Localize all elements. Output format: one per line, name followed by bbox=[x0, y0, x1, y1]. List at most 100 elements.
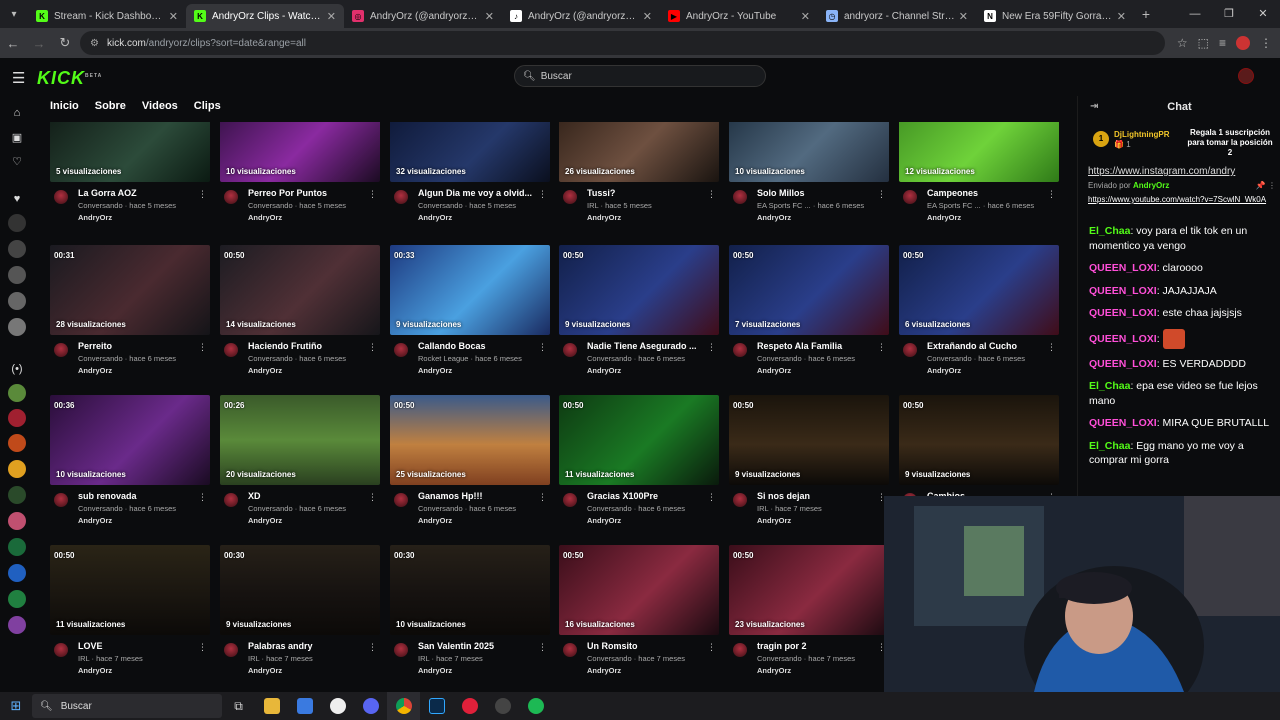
clip-card[interactable]: 00:50 6 visualizaciones Extrañando al Cuch… bbox=[899, 245, 1059, 385]
clip-thumbnail[interactable]: 00:50 11 visualizaciones bbox=[50, 545, 210, 635]
browser-tab[interactable]: ▶ AndryOrz - YouTube ✕ bbox=[660, 4, 818, 28]
clip-thumbnail[interactable]: 00:50 16 visualizaciones bbox=[559, 545, 719, 635]
close-tab-icon[interactable]: ✕ bbox=[959, 10, 968, 23]
search-input[interactable]: 🔍︎ Buscar bbox=[514, 65, 766, 87]
tab-search-icon[interactable]: ▾ bbox=[0, 0, 28, 28]
clip-category[interactable]: Conversando bbox=[587, 354, 632, 363]
menu-icon[interactable]: ☰ bbox=[12, 69, 25, 87]
clip-category[interactable]: Conversando bbox=[248, 354, 293, 363]
clip-card[interactable]: 26 visualizaciones Tussi? IRL · hace 5 mes… bbox=[559, 122, 719, 232]
more-options-icon[interactable]: ⋮ bbox=[1047, 189, 1056, 200]
clip-title[interactable]: Perreito bbox=[78, 341, 196, 351]
tab-inicio[interactable]: Inicio bbox=[50, 100, 79, 112]
clip-title[interactable]: Extrañando al Cucho bbox=[927, 341, 1045, 351]
spotify-icon[interactable] bbox=[519, 692, 552, 720]
browser-tab[interactable]: ♪ AndryOrz (@andryorz7) | TikTok ✕ bbox=[502, 4, 660, 28]
discord-icon[interactable] bbox=[354, 692, 387, 720]
clip-title[interactable]: XD bbox=[248, 491, 366, 501]
clip-card[interactable]: 12 visualizaciones Campeones EA Sports FC … bbox=[899, 122, 1059, 232]
recommended-channel-avatar[interactable] bbox=[8, 434, 26, 452]
clip-thumbnail[interactable]: 10 visualizaciones bbox=[729, 122, 889, 182]
clip-thumbnail[interactable]: 00:50 7 visualizaciones bbox=[729, 245, 889, 335]
clip-thumbnail[interactable]: 00:50 25 visualizaciones bbox=[390, 395, 550, 485]
clip-category[interactable]: Conversando bbox=[418, 504, 463, 513]
clip-title[interactable]: Gracias X100Pre bbox=[587, 491, 705, 501]
recommended-channel-avatar[interactable] bbox=[8, 590, 26, 608]
app-icon[interactable] bbox=[321, 692, 354, 720]
channel-avatar[interactable] bbox=[224, 493, 238, 507]
channel-avatar[interactable] bbox=[394, 343, 408, 357]
more-options-icon[interactable]: ⋮ bbox=[1047, 342, 1056, 353]
clip-author[interactable]: AndryOrz bbox=[587, 516, 621, 525]
clip-thumbnail[interactable]: 00:50 9 visualizaciones bbox=[559, 245, 719, 335]
followed-channel-avatar[interactable] bbox=[8, 240, 26, 258]
clip-category[interactable]: EA Sports FC ... bbox=[927, 201, 981, 210]
bookmark-star-icon[interactable]: ☆ bbox=[1177, 36, 1188, 50]
recommended-channel-avatar[interactable] bbox=[8, 460, 26, 478]
clip-thumbnail[interactable]: 00:33 9 visualizaciones bbox=[390, 245, 550, 335]
more-options-icon[interactable]: ⋮ bbox=[707, 189, 716, 200]
url-bar[interactable]: ⚙ kick.com/andryorz/clips?sort=date&rang… bbox=[80, 31, 1165, 55]
clip-author[interactable]: AndryOrz bbox=[927, 366, 961, 375]
clip-card[interactable]: 00:50 14 visualizaciones Haciendo Frutiño C… bbox=[220, 245, 380, 385]
clip-author[interactable]: AndryOrz bbox=[78, 213, 112, 222]
clip-author[interactable]: AndryOrz bbox=[78, 666, 112, 675]
clip-thumbnail[interactable]: 10 visualizaciones bbox=[220, 122, 380, 182]
clip-thumbnail[interactable]: 00:50 23 visualizaciones bbox=[729, 545, 889, 635]
chat-username[interactable]: QUEEN_LOXI bbox=[1089, 358, 1157, 370]
clip-author[interactable]: AndryOrz bbox=[418, 366, 452, 375]
clip-thumbnail[interactable]: 00:50 14 visualizaciones bbox=[220, 245, 380, 335]
clip-author[interactable]: AndryOrz bbox=[757, 366, 791, 375]
channel-avatar[interactable] bbox=[903, 190, 917, 204]
browser-tab[interactable]: K AndryOrz Clips - Watch Live ✕ bbox=[186, 4, 344, 28]
clip-card[interactable]: 00:50 11 visualizaciones LOVE IRL · hace 7 … bbox=[50, 545, 210, 685]
browser-tab[interactable]: ◷ andryorz - Channel Streams on ✕ bbox=[818, 4, 976, 28]
pinned-top-link[interactable]: https://www.instagram.com/andry bbox=[1088, 166, 1276, 177]
gift-leaderboard[interactable]: 1 DjLightningPR 🎁 1 Regala 1 suscripción… bbox=[1088, 126, 1278, 157]
clip-card[interactable]: 00:50 9 visualizaciones Nadie Tiene Asegur… bbox=[559, 245, 719, 385]
clip-title[interactable]: Tussi? bbox=[587, 188, 705, 198]
clip-category[interactable]: EA Sports FC ... bbox=[757, 201, 811, 210]
collapse-chat-icon[interactable]: ⇥ bbox=[1090, 96, 1098, 118]
clip-author[interactable]: AndryOrz bbox=[418, 666, 452, 675]
maximize-icon[interactable]: ❐ bbox=[1212, 0, 1246, 28]
clip-author[interactable]: AndryOrz bbox=[587, 366, 621, 375]
recommended-channel-avatar[interactable] bbox=[8, 616, 26, 634]
more-options-icon[interactable]: ⋮ bbox=[877, 342, 886, 353]
clip-author[interactable]: AndryOrz bbox=[757, 213, 791, 222]
browse-icon[interactable]: ▣ bbox=[8, 128, 26, 146]
channel-avatar[interactable] bbox=[54, 643, 68, 657]
more-options-icon[interactable]: ⋮ bbox=[368, 189, 377, 200]
clip-card[interactable]: 00:50 9 visualizaciones Si nos dejan IRL · … bbox=[729, 395, 889, 535]
clip-title[interactable]: Si nos dejan bbox=[757, 491, 875, 501]
clip-card[interactable]: 00:36 10 visualizaciones sub renovada Conve… bbox=[50, 395, 210, 535]
chat-username[interactable]: QUEEN_LOXI bbox=[1089, 332, 1157, 344]
obs-record-icon[interactable] bbox=[453, 692, 486, 720]
site-info-icon[interactable]: ⚙ bbox=[90, 38, 99, 49]
browser-menu-icon[interactable]: ⋮ bbox=[1260, 36, 1272, 50]
tab-sobre[interactable]: Sobre bbox=[95, 100, 126, 112]
recommended-channel-avatar[interactable] bbox=[8, 564, 26, 582]
clip-title[interactable]: Solo Millos bbox=[757, 188, 875, 198]
more-options-icon[interactable]: ⋮ bbox=[707, 492, 716, 503]
clip-category[interactable]: IRL bbox=[757, 504, 768, 513]
clip-author[interactable]: AndryOrz bbox=[248, 213, 282, 222]
clip-category[interactable]: Conversando bbox=[757, 654, 802, 663]
clip-card[interactable]: 00:30 10 visualizaciones San Valentin 2025… bbox=[390, 545, 550, 685]
reload-icon[interactable]: ↻ bbox=[52, 35, 78, 51]
clip-title[interactable]: Perreo Por Puntos bbox=[248, 188, 366, 198]
clip-card[interactable]: 10 visualizaciones Solo Millos EA Sports F… bbox=[729, 122, 889, 232]
clip-category[interactable]: Conversando bbox=[78, 201, 123, 210]
clip-thumbnail[interactable]: 00:36 10 visualizaciones bbox=[50, 395, 210, 485]
recommended-channel-avatar[interactable] bbox=[8, 409, 26, 427]
clip-author[interactable]: AndryOrz bbox=[587, 666, 621, 675]
clip-card[interactable]: 00:33 9 visualizaciones Callando Bocas Rock… bbox=[390, 245, 550, 385]
clip-card[interactable]: 00:31 28 visualizaciones Perreito Conversan… bbox=[50, 245, 210, 385]
clip-title[interactable]: sub renovada bbox=[78, 491, 196, 501]
close-window-icon[interactable]: ✕ bbox=[1246, 0, 1280, 28]
recommended-channel-avatar[interactable] bbox=[8, 538, 26, 556]
clip-card[interactable]: 10 visualizaciones Perreo Por Puntos Conve… bbox=[220, 122, 380, 232]
channel-avatar[interactable] bbox=[394, 190, 408, 204]
clip-title[interactable]: tragin por 2 bbox=[757, 641, 875, 651]
clip-card[interactable]: 00:50 11 visualizaciones Gracias X100Pre Co… bbox=[559, 395, 719, 535]
